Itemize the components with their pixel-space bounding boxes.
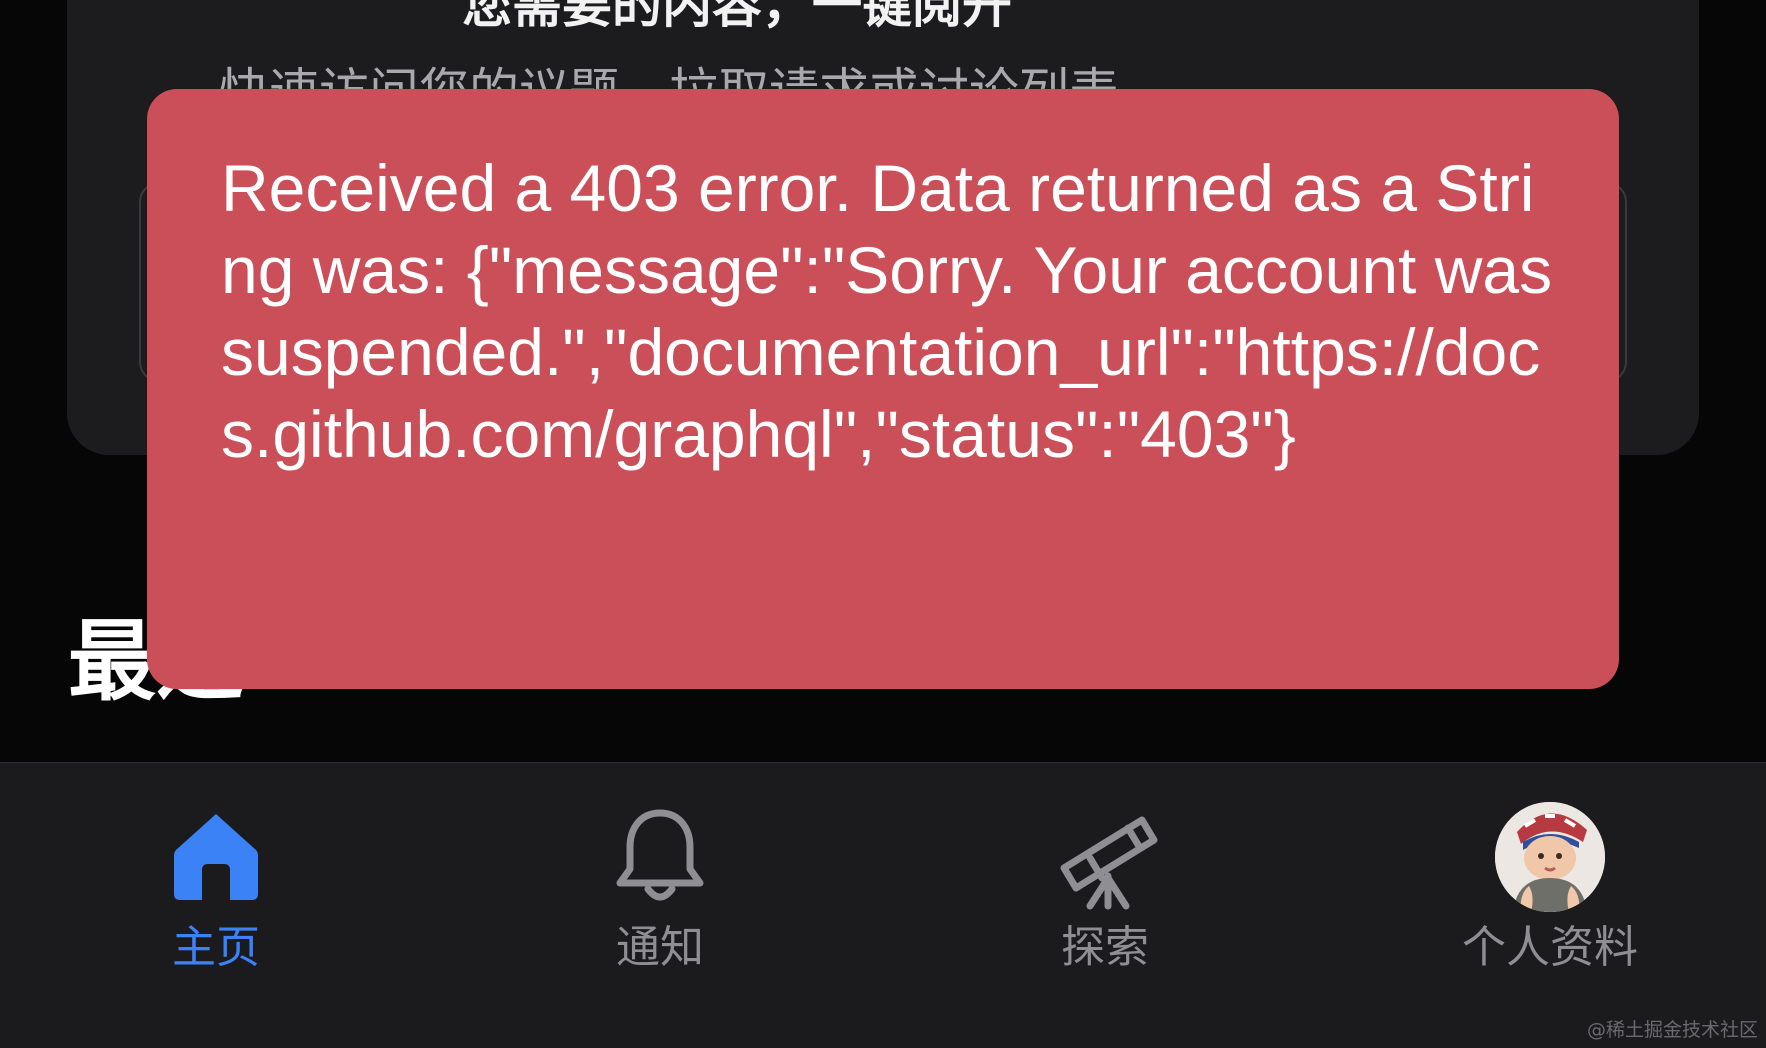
tab-home-label: 主页 <box>172 922 260 973</box>
tab-notifications-label: 通知 <box>616 922 704 973</box>
tab-profile[interactable]: 个人资料 <box>1400 763 1700 983</box>
bottom-tab-bar: 主页 通知 探索 个人资料 <box>0 762 1766 1048</box>
error-toast[interactable]: Received a 403 error. Data returned as a… <box>147 89 1619 689</box>
app-screen: 您需要的内容，一键阅开 快速访问您的议题、拉取请求或讨论列表 最近 Receiv… <box>0 0 1766 1048</box>
error-toast-message: Received a 403 error. Data returned as a… <box>221 151 1571 471</box>
tab-notifications[interactable]: 通知 <box>510 763 810 983</box>
bell-icon <box>600 797 720 917</box>
home-icon <box>156 797 276 917</box>
telescope-icon <box>1045 797 1165 917</box>
tab-home[interactable]: 主页 <box>66 763 366 983</box>
tab-profile-label: 个人资料 <box>1462 922 1638 973</box>
tab-explore[interactable]: 探索 <box>955 763 1255 983</box>
tab-explore-label: 探索 <box>1061 922 1149 973</box>
watermark: @稀土掘金技术社区 <box>1586 1019 1758 1041</box>
shortcuts-card-title: 您需要的内容，一键阅开 <box>462 0 1012 34</box>
avatar <box>1495 802 1605 912</box>
